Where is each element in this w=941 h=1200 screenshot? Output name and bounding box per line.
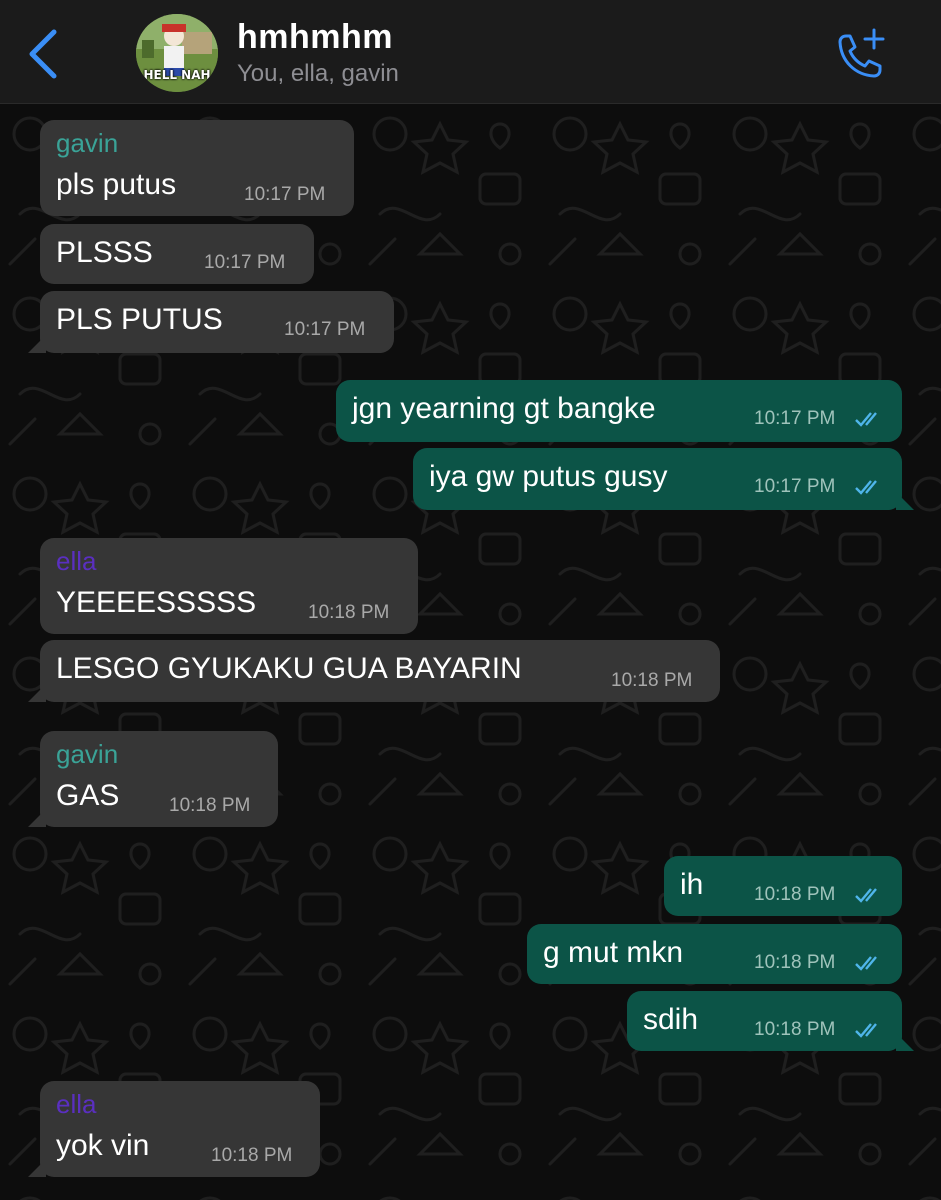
chevron-left-icon [29,29,57,79]
message-text: ih [680,868,704,901]
message-text: LESGO GYUKAKU GUA BAYARIN [56,652,522,685]
phone-plus-icon [838,28,885,78]
message-time: 10:17 PM [204,252,286,273]
read-receipt-icon [855,480,877,495]
sender-name: ella [56,546,97,576]
message-time: 10:18 PM [211,1145,293,1166]
message-time: 10:17 PM [244,184,326,205]
chat-title[interactable]: hmhmhm [237,18,393,57]
message-bubble-incoming[interactable]: gavin pls putus 10:17 PM [40,120,354,216]
message-bubble-outgoing[interactable]: sdih 10:18 PM [627,991,914,1051]
message-text: pls putus [56,168,177,201]
message-text: g mut mkn [543,936,684,969]
message-bubble-outgoing[interactable]: g mut mkn 10:18 PM [527,924,902,984]
message-list[interactable]: gavin pls putus 10:17 PM PLSSS 10:17 PM … [0,104,941,1200]
message-time: 10:17 PM [754,476,836,497]
add-call-button[interactable] [830,28,890,82]
bubble-tail [28,684,46,702]
chat-participants[interactable]: You, ella, gavin [237,60,399,88]
message-text: iya gw putus gusy [429,460,668,493]
message-text: jgn yearning gt bangke [352,392,656,425]
message-time: 10:17 PM [284,319,366,340]
message-text: GAS [56,779,120,812]
message-text: YEEEESSSSS [56,586,257,619]
message-time: 10:18 PM [611,670,693,691]
sender-name: gavin [56,128,119,158]
sender-name: gavin [56,739,119,769]
bubble-tail [896,1033,914,1051]
message-bubble-incoming[interactable]: PLS PUTUS 10:17 PM [28,291,394,353]
message-bubble-incoming[interactable]: PLSSS 10:17 PM [40,224,314,284]
group-avatar[interactable]: HELL NAH [136,14,218,92]
message-bubble-incoming[interactable]: ella YEEEESSSSS 10:18 PM [40,538,418,634]
message-time: 10:18 PM [754,1019,836,1040]
message-time: 10:18 PM [754,884,836,905]
message-text: PLSSS [56,236,153,269]
message-bubble-incoming[interactable]: gavin GAS 10:18 PM [28,731,278,827]
avatar-caption: HELL NAH [143,68,211,82]
message-time: 10:18 PM [308,602,390,623]
read-receipt-icon [855,412,877,427]
message-bubble-outgoing[interactable]: jgn yearning gt bangke 10:17 PM [336,380,902,442]
message-bubble-outgoing[interactable]: iya gw putus gusy 10:17 PM [413,448,914,510]
message-time: 10:18 PM [754,952,836,973]
message-text: yok vin [56,1129,150,1162]
bubble-tail [28,809,46,827]
message-text: PLS PUTUS [56,303,223,336]
message-bubble-incoming[interactable]: LESGO GYUKAKU GUA BAYARIN 10:18 PM [28,640,720,702]
message-time: 10:17 PM [754,408,836,429]
chat-header: HELL NAH hmhmhm You, ella, gavin [0,0,941,104]
read-receipt-icon [855,956,877,971]
read-receipt-icon [855,888,877,903]
bubble-tail [28,1159,46,1177]
message-bubble-outgoing[interactable]: ih 10:18 PM [664,856,902,916]
message-bubble-incoming[interactable]: ella yok vin 10:18 PM [28,1081,320,1177]
bubble-tail [28,335,46,353]
message-time: 10:18 PM [169,795,251,816]
bubble-tail [896,492,914,510]
back-button[interactable] [24,28,64,80]
read-receipt-icon [855,1023,877,1038]
sender-name: ella [56,1089,97,1119]
message-text: sdih [643,1003,699,1036]
